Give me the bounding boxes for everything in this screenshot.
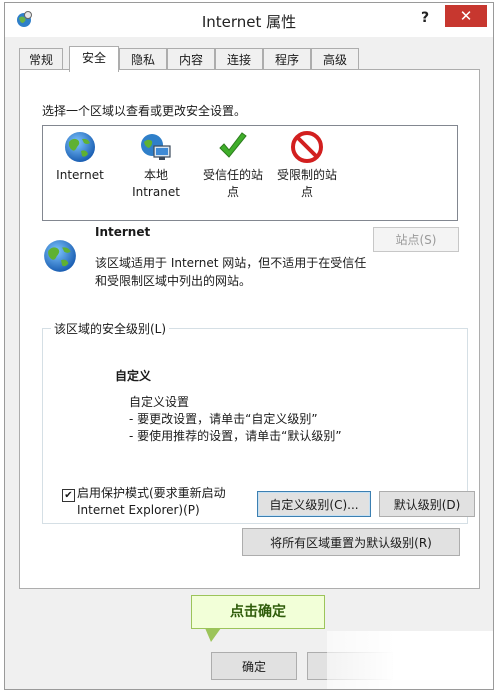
custom-level-button[interactable]: 自定义级别(C)... bbox=[257, 491, 371, 517]
level-description-line: - 要使用推荐的设置，请单击“默认级别” bbox=[129, 429, 342, 443]
globe-icon bbox=[65, 132, 95, 162]
protected-mode-label[interactable]: 启用保护模式(要求重新启动 Internet Explorer)(P) bbox=[77, 485, 226, 519]
tab-privacy[interactable]: 隐私 bbox=[119, 48, 167, 70]
zone-restricted-sites[interactable]: 受限制的站 点 bbox=[269, 130, 345, 201]
zone-trusted-sites[interactable]: 受信任的站 点 bbox=[195, 130, 271, 201]
security-level-group: 该区域的安全级别(L) 自定义 自定义设置 - 要更改设置，请单击“自定义级别”… bbox=[42, 320, 475, 524]
security-level-label: 该区域的安全级别(L) bbox=[51, 320, 170, 337]
tab-general[interactable]: 常规 bbox=[19, 48, 63, 70]
security-level-title: 自定义 bbox=[115, 369, 152, 383]
tab-content[interactable]: 内容 bbox=[167, 48, 215, 70]
level-description-line: - 要更改设置，请单击“自定义级别” bbox=[129, 412, 318, 426]
checkmark-icon bbox=[219, 132, 247, 158]
default-level-button[interactable]: 默认级别(D) bbox=[379, 491, 475, 517]
restricted-icon bbox=[291, 131, 323, 163]
protected-mode-label-line1: 启用保护模式(要求重新启动 bbox=[77, 486, 226, 500]
zone-label-line2: 点 bbox=[300, 185, 313, 199]
internet-options-window: Internet 属性 ? ✕ 常规 安全 隐私 内容 连接 程序 高级 选择一… bbox=[4, 2, 494, 690]
close-button[interactable]: ✕ bbox=[445, 5, 487, 27]
security-tab-panel: 选择一个区域以查看或更改安全设置。 Internet 本地 Intranet 受… bbox=[19, 69, 480, 589]
ok-button[interactable]: 确定 bbox=[211, 652, 297, 680]
zone-label-line1: 受信任的站 bbox=[202, 168, 263, 182]
selected-zone-description: 该区域适用于 Internet 网站，但不适用于在受信任 和受限制区域中列出的网… bbox=[95, 254, 375, 290]
reset-all-zones-button[interactable]: 将所有区域重置为默认级别(R) bbox=[242, 528, 460, 556]
level-description-line: 自定义设置 bbox=[129, 395, 190, 409]
zone-local-intranet[interactable]: 本地 Intranet bbox=[119, 130, 193, 201]
zone-label-line2: 点 bbox=[226, 185, 239, 199]
zone-prompt: 选择一个区域以查看或更改安全设置。 bbox=[42, 104, 247, 118]
description-line: 和受限制区域中列出的网站。 bbox=[95, 274, 252, 288]
watermark-overlay bbox=[327, 631, 493, 689]
zone-label-line2: Intranet bbox=[132, 185, 180, 199]
help-button[interactable]: ? bbox=[413, 7, 437, 29]
sites-button[interactable]: 站点(S) bbox=[373, 227, 459, 252]
title-bar: Internet 属性 ? ✕ bbox=[5, 3, 493, 37]
zone-list[interactable]: Internet 本地 Intranet 受信任的站 点 受限制的站 点 bbox=[42, 125, 458, 221]
tab-advanced[interactable]: 高级 bbox=[311, 48, 359, 70]
selected-zone-title: Internet bbox=[95, 225, 151, 239]
tab-security[interactable]: 安全 bbox=[69, 46, 119, 72]
zone-label-line1: 本地 bbox=[143, 168, 168, 182]
description-line: 该区域适用于 Internet 网站，但不适用于在受信任 bbox=[95, 256, 367, 270]
tab-connections[interactable]: 连接 bbox=[215, 48, 263, 70]
click-ok-callout: 点击确定 bbox=[191, 595, 325, 629]
tab-programs[interactable]: 程序 bbox=[263, 48, 311, 70]
protected-mode-checkbox[interactable]: ✔ bbox=[62, 489, 75, 502]
callout-pointer bbox=[205, 628, 221, 642]
zone-internet[interactable]: Internet bbox=[43, 130, 117, 184]
zone-label-line1: Internet bbox=[56, 168, 104, 182]
zone-label-line1: 受限制的站 bbox=[276, 168, 337, 182]
local-intranet-icon bbox=[141, 134, 171, 160]
internet-zone-globe-icon bbox=[44, 240, 76, 272]
protected-mode-label-line2: Internet Explorer)(P) bbox=[77, 503, 200, 517]
